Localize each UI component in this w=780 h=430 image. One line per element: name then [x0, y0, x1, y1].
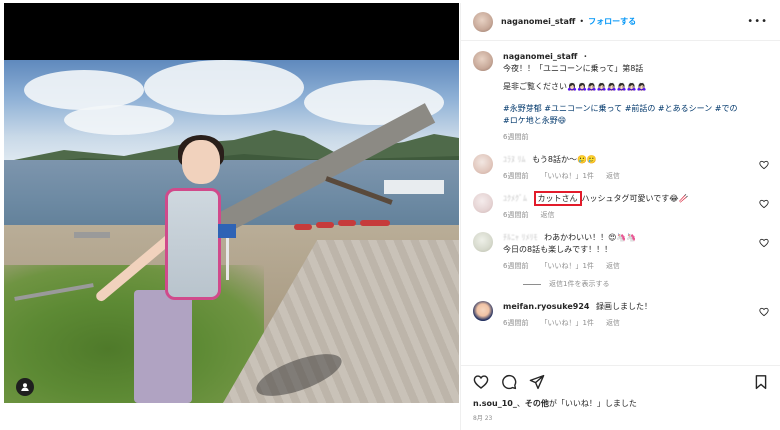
photo-trailer [74, 232, 110, 238]
commenter-username[interactable]: meifan.ryosuke924 [503, 302, 589, 311]
comments-list[interactable]: naganomei_staff ・ 今夜！！「ユニコーンに乗って」第8話 是非ご覧… [461, 47, 780, 365]
liked-by-others[interactable]: その他 [525, 399, 549, 408]
comment-meta: 6週間前 「いいね！」1件 返信 [503, 318, 769, 328]
like-comment-icon[interactable] [759, 199, 769, 209]
reply-button[interactable]: 返信 [606, 171, 620, 181]
comment-content-line-2: 今日の8話も楽しみです！！！ [503, 245, 613, 254]
photo-boat [338, 220, 356, 226]
post-date[interactable]: 8月 23 [473, 413, 769, 422]
comment-item: ﾁﾙﾆｬ ﾘﾒﾘﾓ わあかわいい！！😍🦄🦄 今日の8話も楽しみです！！！ 6週間… [473, 232, 769, 289]
caption-meta: 6週間前 [503, 132, 769, 142]
comment-content: わあかわいい！！😍🦄🦄 [544, 233, 637, 242]
highlighted-text: カットさん [533, 191, 582, 206]
comment-likes[interactable]: 「いいね！」1件 [540, 261, 593, 271]
comment-item: ﾕｸﾒｸﾞﾑ カットさん ハッシュタグ可愛いです😂🥢 6週間前 返信 [473, 191, 769, 220]
comment-meta: 6週間前 「いいね！」1件 返信 [503, 261, 769, 271]
action-bar [473, 372, 769, 392]
reply-button[interactable]: 返信 [606, 261, 620, 271]
commenter-avatar[interactable] [473, 193, 493, 213]
reply-button[interactable]: 返信 [606, 318, 620, 328]
comment-body: meifan.ryosuke924 録画しました！ 6週間前 「いいね！」1件 … [503, 301, 769, 328]
comment-text: ﾕﾗﾇ ﾘﾑ もう8話か〜🥲🥲 [503, 154, 769, 166]
photo-person-legs [134, 290, 192, 403]
share-icon[interactable] [529, 374, 545, 390]
commenter-username[interactable]: ﾁﾙﾆｬ ﾘﾒﾘﾓ [503, 233, 538, 242]
reply-button[interactable]: 返信 [540, 210, 554, 220]
comment-content: もう8話か〜🥲🥲 [532, 155, 597, 164]
author-avatar[interactable] [473, 11, 493, 32]
post-header: naganomei_staff • フォローする ••• [461, 3, 780, 41]
comment-time[interactable]: 6週間前 [503, 210, 528, 220]
separator-dot: • [579, 17, 585, 26]
commenter-avatar[interactable] [473, 154, 493, 174]
author-avatar[interactable] [473, 51, 493, 71]
tagged-users-button[interactable] [16, 378, 34, 396]
comment-likes[interactable]: 「いいね！」1件 [540, 171, 593, 181]
caption-username[interactable]: naganomei_staff [503, 52, 577, 61]
comment-text: ﾁﾙﾆｬ ﾘﾒﾘﾓ わあかわいい！！😍🦄🦄 今日の8話も楽しみです！！！ [503, 232, 769, 256]
photo-boat [294, 224, 312, 230]
photo-person-face [182, 140, 220, 184]
like-comment-icon[interactable] [759, 160, 769, 170]
view-replies-button[interactable]: 返信1件を表示する [523, 279, 769, 289]
user-icon [21, 383, 29, 391]
comment-body: ﾕｸﾒｸﾞﾑ カットさん ハッシュタグ可愛いです😂🥢 6週間前 返信 [503, 191, 769, 220]
reply-toggle-line [523, 283, 541, 285]
comment-item: ﾕﾗﾇ ﾘﾑ もう8話か〜🥲🥲 6週間前 「いいね！」1件 返信 [473, 154, 769, 181]
post-caption: naganomei_staff ・ 今夜！！「ユニコーンに乗って」第8話 是非ご覧… [473, 51, 769, 142]
bookmark-icon[interactable] [753, 374, 769, 390]
liked-by-separator: 、 [516, 399, 525, 408]
like-comment-icon[interactable] [759, 307, 769, 317]
commenter-username[interactable]: ﾕｸﾒｸﾞﾑ [503, 194, 527, 203]
post-media [4, 3, 459, 403]
more-options-icon[interactable]: ••• [747, 16, 768, 27]
photo-cloud [24, 70, 144, 110]
caption-line-1: 今夜！！「ユニコーンに乗って」第8話 [503, 64, 644, 73]
photo-building [384, 180, 444, 194]
comment-body: ﾕﾗﾇ ﾘﾑ もう8話か〜🥲🥲 6週間前 「いいね！」1件 返信 [503, 154, 769, 181]
comment-item: meifan.ryosuke924 録画しました！ 6週間前 「いいね！」1件 … [473, 301, 769, 328]
follow-button[interactable]: フォローする [588, 16, 636, 27]
caption-time[interactable]: 6週間前 [503, 132, 528, 142]
commenter-username[interactable]: ﾕﾗﾇ ﾘﾑ [503, 155, 526, 164]
liked-by-suffix: が「いいね！」しました [548, 399, 637, 408]
like-icon[interactable] [473, 374, 489, 390]
photo-boat [360, 220, 390, 226]
caption-body: naganomei_staff ・ 今夜！！「ユニコーンに乗って」第8話 是非ご覧… [503, 51, 769, 142]
comment-time[interactable]: 6週間前 [503, 171, 528, 181]
instagram-post-modal: naganomei_staff • フォローする ••• naganomei_s… [0, 0, 780, 430]
comment-time[interactable]: 6週間前 [503, 261, 528, 271]
comment-content: 録画しました！ [596, 302, 653, 311]
caption-hashtags-2[interactable]: #ロケ地と永野😄 [503, 115, 769, 127]
view-replies-label: 返信1件を表示する [549, 280, 610, 288]
commenter-avatar[interactable] [473, 301, 493, 321]
comment-content: ハッシュタグ可愛いです😂🥢 [581, 194, 689, 203]
comment-body: ﾁﾙﾆｬ ﾘﾒﾘﾓ わあかわいい！！😍🦄🦄 今日の8話も楽しみです！！！ 6週間… [503, 232, 769, 289]
like-comment-icon[interactable] [759, 238, 769, 248]
post-sidebar: naganomei_staff • フォローする ••• naganomei_s… [460, 3, 780, 430]
comment-likes[interactable]: 「いいね！」1件 [540, 318, 593, 328]
post-actions: n.sou_10_、その他が「いいね！」しました 8月 23 [461, 365, 780, 422]
caption-hashtags-1[interactable]: #永野芽郁 #ユニコーンに乗って #前話の #とあるシーン #での [503, 103, 769, 115]
comment-meta: 6週間前 「いいね！」1件 返信 [503, 171, 769, 181]
caption-text: naganomei_staff ・ 今夜！！「ユニコーンに乗って」第8話 是非ご覧… [503, 51, 769, 127]
photo-sign [218, 224, 236, 238]
comment-icon[interactable] [501, 374, 517, 390]
author-username[interactable]: naganomei_staff [501, 17, 575, 26]
liked-by-user[interactable]: n.sou_10_ [473, 399, 517, 408]
photo-cloud [144, 60, 304, 115]
commenter-avatar[interactable] [473, 232, 493, 252]
likes-summary: n.sou_10_、その他が「いいね！」しました [473, 398, 769, 409]
photo-person-vest [165, 188, 221, 300]
post-photo[interactable] [4, 60, 459, 403]
comment-meta: 6週間前 返信 [503, 210, 769, 220]
caption-line-2: 是非ご覧ください🙇🏻‍♀️🙇🏻‍♀️🙇🏻‍♀️🙇🏻‍♀️🙇🏻‍♀️🙇🏻‍♀️🙇🏻… [503, 82, 647, 91]
comment-text: meifan.ryosuke924 録画しました！ [503, 301, 769, 313]
photo-boat [316, 222, 334, 228]
comment-time[interactable]: 6週間前 [503, 318, 528, 328]
comment-text: ﾕｸﾒｸﾞﾑ カットさん ハッシュタグ可愛いです😂🥢 [503, 191, 769, 206]
